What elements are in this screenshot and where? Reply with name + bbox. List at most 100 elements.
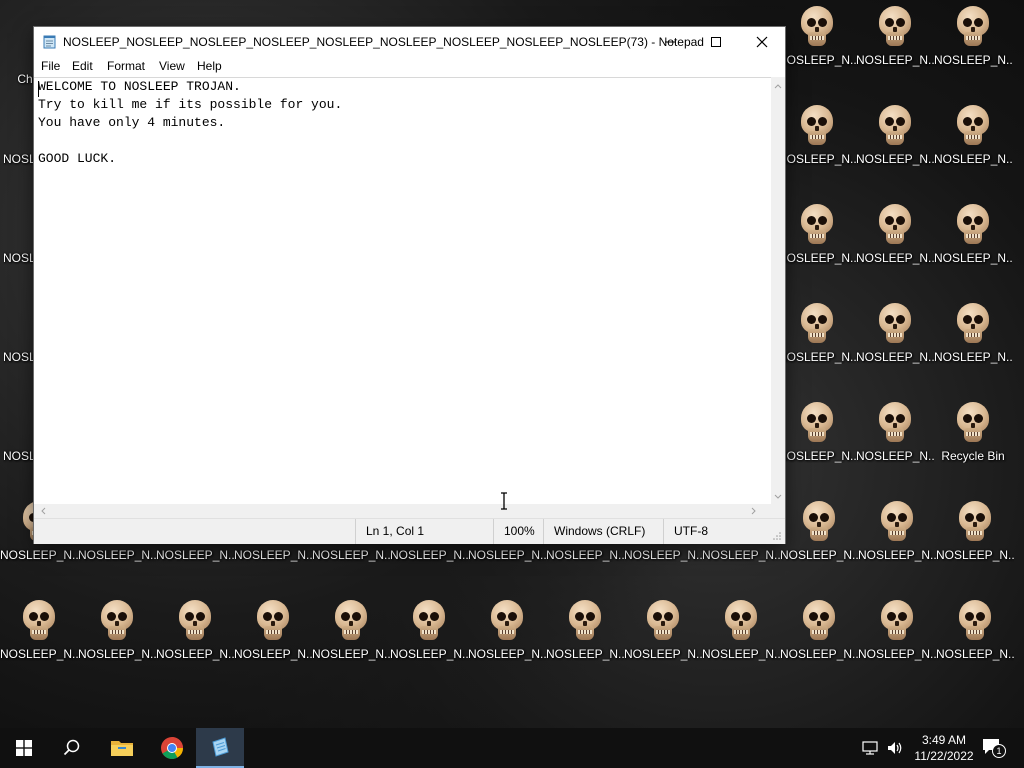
desktop-icon-label: NOSLEEP_N... (234, 548, 312, 562)
desktop-icon-partial[interactable]: NOSL (0, 198, 34, 297)
vertical-scrollbar[interactable] (771, 77, 785, 504)
desktop-icon-nosleep[interactable]: NOSLEEP_N... (778, 297, 856, 396)
start-button[interactable] (0, 728, 48, 768)
status-encoding: UTF-8 (663, 519, 774, 544)
menu-format[interactable]: Format (107, 59, 145, 73)
desktop-icon-nosleep[interactable]: NOSLEEP_N... (934, 198, 1012, 297)
desktop-icon-nosleep[interactable]: NOSLEEP_N... (546, 594, 624, 693)
horizontal-scrollbar[interactable] (34, 504, 771, 518)
taskbar-chrome[interactable] (148, 728, 196, 768)
desktop-icon-nosleep[interactable]: NOSLEEP_N... (856, 396, 934, 495)
maximize-icon (711, 37, 721, 47)
desktop-icon-nosleep[interactable]: NOSLEEP_N... (312, 594, 390, 693)
desktop-icon-partial[interactable]: NOSL (0, 297, 34, 396)
skull-icon (879, 105, 911, 147)
skull-icon (879, 402, 911, 444)
scrollbar-corner (771, 504, 785, 518)
desktop-icon-label: NOSLEEP_N... (78, 647, 156, 661)
title-bar[interactable]: NOSLEEP_NOSLEEP_NOSLEEP_NOSLEEP_NOSLEEP_… (34, 27, 785, 57)
desktop-icon-nosleep[interactable]: NOSLEEP_N... (936, 495, 1014, 594)
desktop-icon-nosleep[interactable]: NOSLEEP_N... (778, 396, 856, 495)
close-button[interactable] (739, 27, 785, 57)
skull-icon (801, 105, 833, 147)
desktop-icon-nosleep[interactable]: NOSLEEP_N... (78, 594, 156, 693)
skull-icon (801, 6, 833, 48)
system-clock[interactable]: 3:49 AM 11/22/2022 (912, 732, 976, 764)
desktop-icon-nosleep[interactable]: NOSLEEP_N... (856, 198, 934, 297)
desktop-icon-nosleep[interactable]: NOSLEEP_N... (780, 594, 858, 693)
close-icon (756, 36, 768, 48)
desktop-icon-label: NOSL (3, 350, 34, 364)
status-position: Ln 1, Col 1 (355, 519, 486, 544)
desktop-icon-nosleep[interactable]: NOSLEEP_N... (778, 0, 856, 99)
resize-grip-icon[interactable] (772, 531, 782, 541)
text-caret (38, 81, 39, 97)
scroll-down-icon (774, 494, 782, 499)
minimize-button[interactable] (647, 27, 693, 57)
ibeam-cursor-icon (501, 492, 507, 510)
desktop-icon-partial[interactable]: Ch (0, 0, 34, 99)
text-editor[interactable]: WELCOME TO NOSLEEP TROJAN. Try to kill m… (34, 77, 771, 505)
desktop-icon-label: NOSLEEP_N... (856, 449, 934, 463)
taskbar-file-explorer[interactable] (98, 728, 146, 768)
desktop-icon-label: NOSLEEP_N... (0, 647, 78, 661)
desktop-icon-nosleep[interactable]: NOSLEEP_N... (702, 594, 780, 693)
menu-help[interactable]: Help (197, 59, 222, 73)
desktop-icon-nosleep[interactable]: NOSLEEP_N... (234, 594, 312, 693)
desktop-icon-label: NOSLEEP_N... (778, 350, 856, 364)
menu-view[interactable]: View (159, 59, 185, 73)
desktop-icon-nosleep[interactable]: NOSLEEP_N... (778, 99, 856, 198)
network-icon[interactable] (862, 740, 880, 756)
desktop-icon-nosleep[interactable]: NOSLEEP_N... (778, 198, 856, 297)
desktop-icon-nosleep[interactable]: NOSLEEP_N... (858, 495, 936, 594)
skull-icon (179, 600, 211, 642)
desktop-icon-nosleep[interactable]: NOSLEEP_N... (390, 594, 468, 693)
desktop-icon-nosleep[interactable]: NOSLEEP_N... (858, 594, 936, 693)
desktop-icon-nosleep[interactable]: NOSLEEP_N... (624, 594, 702, 693)
desktop-icon-label: NOSLEEP_N... (778, 53, 856, 67)
text-line: You have only 4 minutes. (38, 115, 226, 130)
taskbar: 3:49 AM 11/22/2022 1 (0, 728, 1024, 768)
desktop-icon-label: NOSLEEP_N... (390, 647, 468, 661)
desktop-icon-nosleep[interactable]: NOSLEEP_N... (468, 594, 546, 693)
desktop-icon-partial[interactable]: NOSL (0, 99, 34, 198)
skull-icon (959, 501, 991, 543)
skull-icon (879, 204, 911, 246)
menu-bar: File Edit Format View Help (34, 57, 785, 77)
chrome-icon (161, 737, 183, 759)
desktop-icon-nosleep[interactable]: NOSLEEP_N... (934, 99, 1012, 198)
desktop-icon-nosleep[interactable]: NOSLEEP_N... (0, 594, 78, 693)
text-line: WELCOME TO NOSLEEP TROJAN. (38, 79, 241, 94)
desktop-icon-nosleep[interactable]: NOSLEEP_N... (934, 0, 1012, 99)
search-button[interactable] (48, 728, 96, 768)
desktop-icon-label: NOSLEEP_N... (936, 647, 1014, 661)
desktop-icon-nosleep[interactable]: NOSLEEP_N... (856, 297, 934, 396)
notepad-window[interactable]: NOSLEEP_NOSLEEP_NOSLEEP_NOSLEEP_NOSLEEP_… (34, 27, 785, 544)
desktop-icon-nosleep[interactable]: NOSLEEP_N... (156, 594, 234, 693)
skull-icon (881, 600, 913, 642)
status-line-ending: Windows (CRLF) (543, 519, 664, 544)
desktop-icon-label: NOSLEEP_N... (780, 647, 858, 661)
maximize-button[interactable] (693, 27, 739, 57)
taskbar-notepad[interactable] (196, 728, 244, 768)
desktop-icon-label: NOSLEEP_N... (934, 350, 1012, 364)
desktop-icon-label: NOSLEEP_N... (858, 548, 936, 562)
desktop-icon-nosleep[interactable]: NOSLEEP_N... (934, 297, 1012, 396)
volume-icon[interactable] (886, 740, 904, 756)
action-center-button[interactable]: 1 (982, 738, 1006, 758)
skull-icon (803, 501, 835, 543)
desktop-icon-nosleep[interactable]: NOSLEEP_N... (856, 0, 934, 99)
desktop-icon-label: NOSLEEP_N... (856, 152, 934, 166)
desktop-icon-label: NOSLEEP_N... (390, 548, 468, 562)
skull-icon (569, 600, 601, 642)
desktop-icon-partial[interactable]: NOSL (0, 396, 34, 495)
menu-edit[interactable]: Edit (72, 59, 93, 73)
desktop-icon-recycle-bin[interactable]: Recycle Bin (934, 396, 1012, 495)
clock-date: 11/22/2022 (914, 749, 974, 763)
desktop-icon-label: NOSLEEP_N... (778, 152, 856, 166)
desktop-icon-nosleep[interactable]: NOSLEEP_N... (780, 495, 858, 594)
menu-file[interactable]: File (41, 59, 60, 73)
desktop-icon-nosleep[interactable]: NOSLEEP_N... (936, 594, 1014, 693)
desktop-icon-nosleep[interactable]: NOSLEEP_N... (856, 99, 934, 198)
desktop-icon-label: NOSLEEP_N... (624, 548, 702, 562)
